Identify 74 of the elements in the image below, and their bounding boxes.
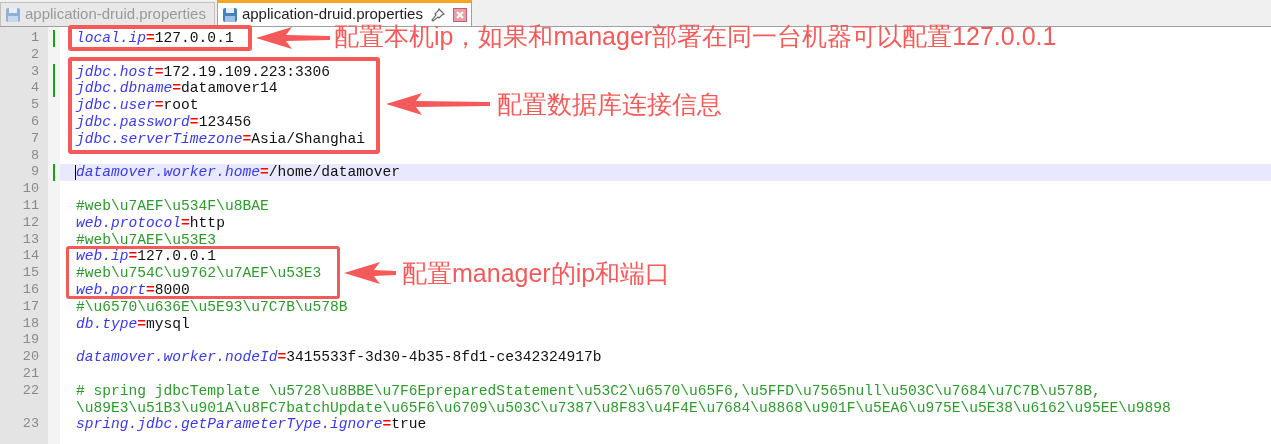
line-number: 10 (21, 181, 40, 198)
property-value: /home/datamover (268, 164, 401, 182)
equals-sign: = (242, 130, 252, 148)
line-number: 21 (21, 365, 40, 383)
line-number: 18 (21, 315, 40, 333)
equals-sign: = (128, 248, 138, 266)
equals-sign: = (382, 416, 392, 434)
equals-sign: = (146, 281, 155, 299)
property-key: db.type (76, 315, 138, 333)
code-comment: # spring jdbcTemplate \u5728\u8BBE\u7F6EpreparedStatement\u53C2\u6570\u65F6,\u5FFD\u7565null\u503C\u7684\u7C7B\u578B, (76, 382, 1101, 400)
property-value: 3415533f-3d30-4b35-8fd1-ce342324917b (286, 349, 602, 366)
line-number: 3 (29, 63, 40, 81)
property-value: 8000 (154, 281, 190, 299)
line-number: 14 (21, 248, 40, 266)
line-number: 6 (29, 114, 40, 131)
line-number: 11 (21, 197, 40, 215)
line-number: 20 (21, 349, 40, 366)
code-comment: #web\u7AEF\u53E3 (76, 231, 217, 249)
property-key: web.port (76, 281, 147, 299)
property-value: Asia/Shanghai (251, 130, 366, 148)
equals-sign: = (137, 315, 147, 333)
property-value: mysql (146, 315, 190, 333)
property-key: local.ip (76, 30, 147, 47)
line-number: 9 (29, 164, 40, 182)
line-number: 16 (21, 281, 40, 299)
property-key: jdbc.serverTimezone (76, 130, 243, 148)
property-value: 127.0.0.1 (137, 248, 217, 266)
equals-sign: = (189, 114, 199, 131)
property-key: web.ip (76, 248, 129, 266)
property-value: root (163, 97, 199, 114)
property-value: 127.0.0.1 (154, 30, 234, 47)
arrow (344, 262, 396, 284)
text-caret (75, 165, 76, 181)
annotation-text: 配置数据库连接信息 (497, 89, 722, 120)
line-number: 5 (29, 97, 40, 114)
annotation-text: 配置manager的ip和端口 (402, 258, 671, 289)
code-comment: #web\u7AEF\u534F\u8BAE (76, 197, 269, 215)
equals-sign: = (259, 164, 269, 182)
line-number: 15 (21, 265, 40, 282)
property-key: datamover.worker.home (76, 164, 260, 182)
property-value: true (391, 416, 427, 434)
line-number: 4 (29, 80, 40, 98)
line-number: 8 (29, 147, 40, 165)
close-icon[interactable] (452, 7, 467, 22)
property-key: jdbc.password (76, 114, 190, 131)
property-value: 172.19.109.223:3306 (163, 63, 330, 81)
property-value: http (189, 214, 225, 232)
line-number: 23 (21, 416, 40, 434)
line-number: 17 (21, 298, 40, 316)
property-value: datamover14 (181, 80, 278, 98)
line-number: 7 (29, 130, 40, 148)
equals-sign: = (154, 97, 164, 114)
property-key: spring.jdbc.getParameterType.ignore (76, 416, 383, 434)
property-key: jdbc.dbname (76, 80, 173, 98)
equals-sign: = (146, 30, 155, 47)
equals-sign: = (181, 214, 190, 232)
property-key: web.protocol (76, 214, 182, 232)
line-number: 2 (29, 46, 40, 64)
line-number: 13 (21, 231, 40, 249)
line-number: 22 (21, 382, 40, 400)
code-comment: \u89E3\u51B3\u901A\u8FC7batchUpdate\u65F6\u6709\u503C\u7387\u8F83\u4F4E\u7684\u8868\u901F\u5EA6\u975E\u5E38\u6162\u95EE\u9898 (76, 399, 1171, 417)
line-number: 12 (21, 214, 40, 232)
property-key: jdbc.host (76, 63, 155, 81)
property-key: datamover.worker.nodeId (76, 349, 278, 366)
equals-sign: = (277, 349, 287, 366)
code-comment: #web\u754C\u9762\u7AEF\u53E3 (76, 265, 322, 282)
pin-icon[interactable] (430, 7, 445, 22)
equals-sign: = (172, 80, 182, 98)
code-comment: #\u6570\u636E\u5E93\u7C7B\u578B (76, 298, 348, 316)
equals-sign: = (154, 63, 164, 81)
property-value: 123456 (198, 114, 252, 131)
property-key: jdbc.user (76, 97, 155, 114)
line-number: 1 (29, 30, 40, 47)
line-number: 19 (21, 332, 40, 350)
